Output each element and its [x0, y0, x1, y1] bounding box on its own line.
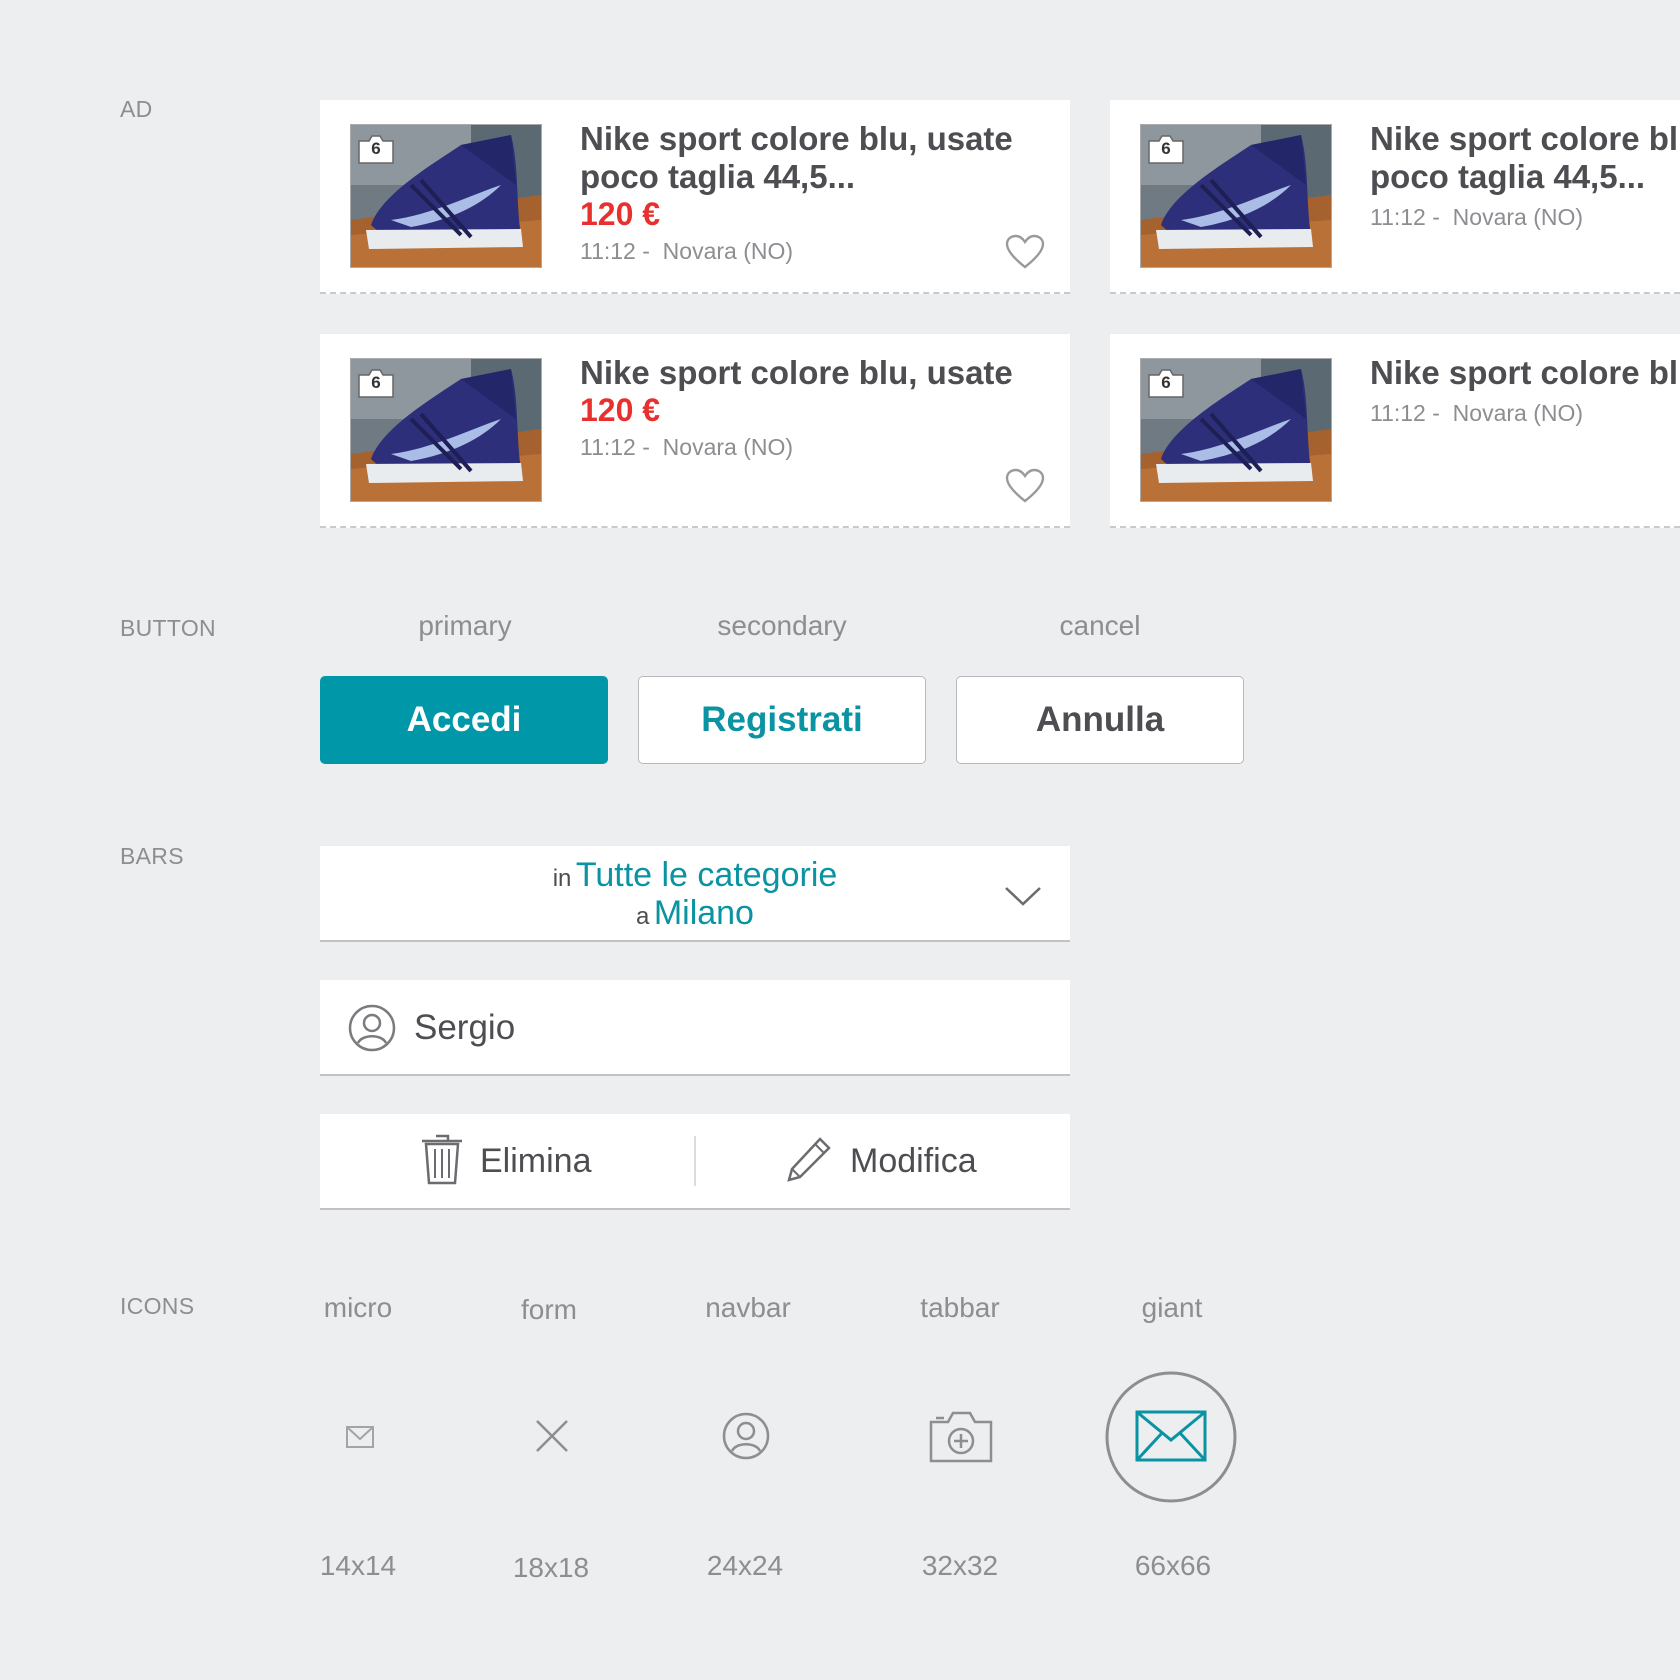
ad-meta: 11:12 - Novara (NO) [580, 238, 794, 264]
button-caption-cancel: cancel [1059, 610, 1141, 641]
login-button[interactable]: Accedi [320, 676, 608, 764]
cancel-button[interactable]: Annulla [956, 676, 1244, 764]
ad-thumbnail: 6 [1140, 358, 1332, 502]
chevron-down-icon[interactable] [1004, 884, 1042, 908]
ad-meta: 11:12 - Novara (NO) [1370, 204, 1584, 230]
ad-price: 120 € [580, 392, 661, 428]
ad-title: Nike sport colore blu, usate [1370, 120, 1680, 157]
trash-icon [422, 1134, 462, 1185]
location-selector[interactable]: a Milano [320, 894, 1070, 933]
user-bar[interactable]: Sergio [320, 980, 1070, 1076]
ad-title-line2: poco taglia 44,5... [580, 158, 856, 195]
category-selector[interactable]: in Tutte le categorie [320, 856, 1070, 895]
location-prefix: a [636, 903, 650, 930]
ad-thumbnail: 6 [350, 358, 542, 502]
ad-card[interactable]: 6 Nike sport colore blu, usate poco tagl… [320, 100, 1070, 294]
icon-caption-form: form [521, 1294, 577, 1325]
mail-icon [346, 1426, 374, 1448]
icon-caption-tabbar: tabbar [920, 1292, 1000, 1323]
ad-meta: 11:12 - Novara (NO) [580, 434, 794, 460]
icon-caption-navbar: navbar [705, 1292, 791, 1323]
photo-count: 6 [1161, 139, 1171, 158]
ad-meta: 11:12 - Novara (NO) [1370, 400, 1584, 426]
ad-title-line2: poco taglia 44,5... [1370, 158, 1646, 195]
photo-count: 6 [371, 139, 381, 158]
pencil-icon [787, 1137, 831, 1182]
register-button[interactable]: Registrati [638, 676, 926, 764]
ad-title: Nike sport colore blu, usate [580, 354, 1013, 391]
category-value: Tutte le categorie [575, 856, 838, 894]
icon-size-form: 18x18 [512, 1552, 590, 1583]
button-caption-primary: primary [418, 610, 512, 641]
ad-card[interactable]: 6 Nike sport colore blu, usate 120 € 11:… [320, 334, 1070, 528]
user-name: Sergio [414, 1008, 516, 1047]
ad-title: Nike sport colore blu, usate [1370, 354, 1680, 391]
user-icon [722, 1412, 770, 1460]
actions-bar: Elimina Modifica [320, 1114, 1070, 1210]
delete-button[interactable]: Elimina [420, 1132, 620, 1192]
category-prefix: in [552, 865, 572, 892]
icon-size-navbar: 24x24 [706, 1550, 784, 1581]
photo-count: 6 [1161, 373, 1171, 392]
close-icon [536, 1420, 568, 1452]
ad-card[interactable]: 6 Nike sport colore blu, usate 11:12 - N… [1110, 334, 1680, 528]
photo-count: 6 [371, 373, 381, 392]
delete-label: Elimina [480, 1142, 592, 1180]
ad-thumbnail: 6 [1140, 124, 1332, 268]
ad-card[interactable]: 6 Nike sport colore blu, usate poco tagl… [1110, 100, 1680, 294]
icon-size-tabbar: 32x32 [921, 1550, 999, 1581]
icon-caption-micro: micro [323, 1292, 393, 1323]
section-label-ad: AD [120, 96, 153, 122]
heart-icon[interactable] [1005, 234, 1045, 270]
ad-price: 120 € [580, 196, 661, 232]
location-value: Milano [653, 894, 754, 932]
icon-caption-giant: giant [1141, 1292, 1203, 1323]
divider [694, 1136, 696, 1186]
mail-icon [1105, 1371, 1237, 1503]
icon-size-giant: 66x66 [1134, 1550, 1212, 1581]
edit-label: Modifica [850, 1142, 977, 1180]
heart-icon[interactable] [1005, 468, 1045, 504]
section-label-button: BUTTON [120, 615, 216, 641]
ad-thumbnail: 6 [350, 124, 542, 268]
camera-add-icon [929, 1411, 993, 1463]
section-label-icons: ICONS [120, 1293, 195, 1319]
user-icon [348, 1004, 396, 1052]
edit-button[interactable]: Modifica [786, 1132, 1006, 1192]
icon-size-micro: 14x14 [319, 1550, 397, 1581]
category-location-bar[interactable]: in Tutte le categorie a Milano [320, 846, 1070, 942]
section-label-bars: BARS [120, 843, 184, 869]
button-caption-secondary: secondary [717, 610, 847, 641]
ad-title: Nike sport colore blu, usate [580, 120, 1013, 157]
